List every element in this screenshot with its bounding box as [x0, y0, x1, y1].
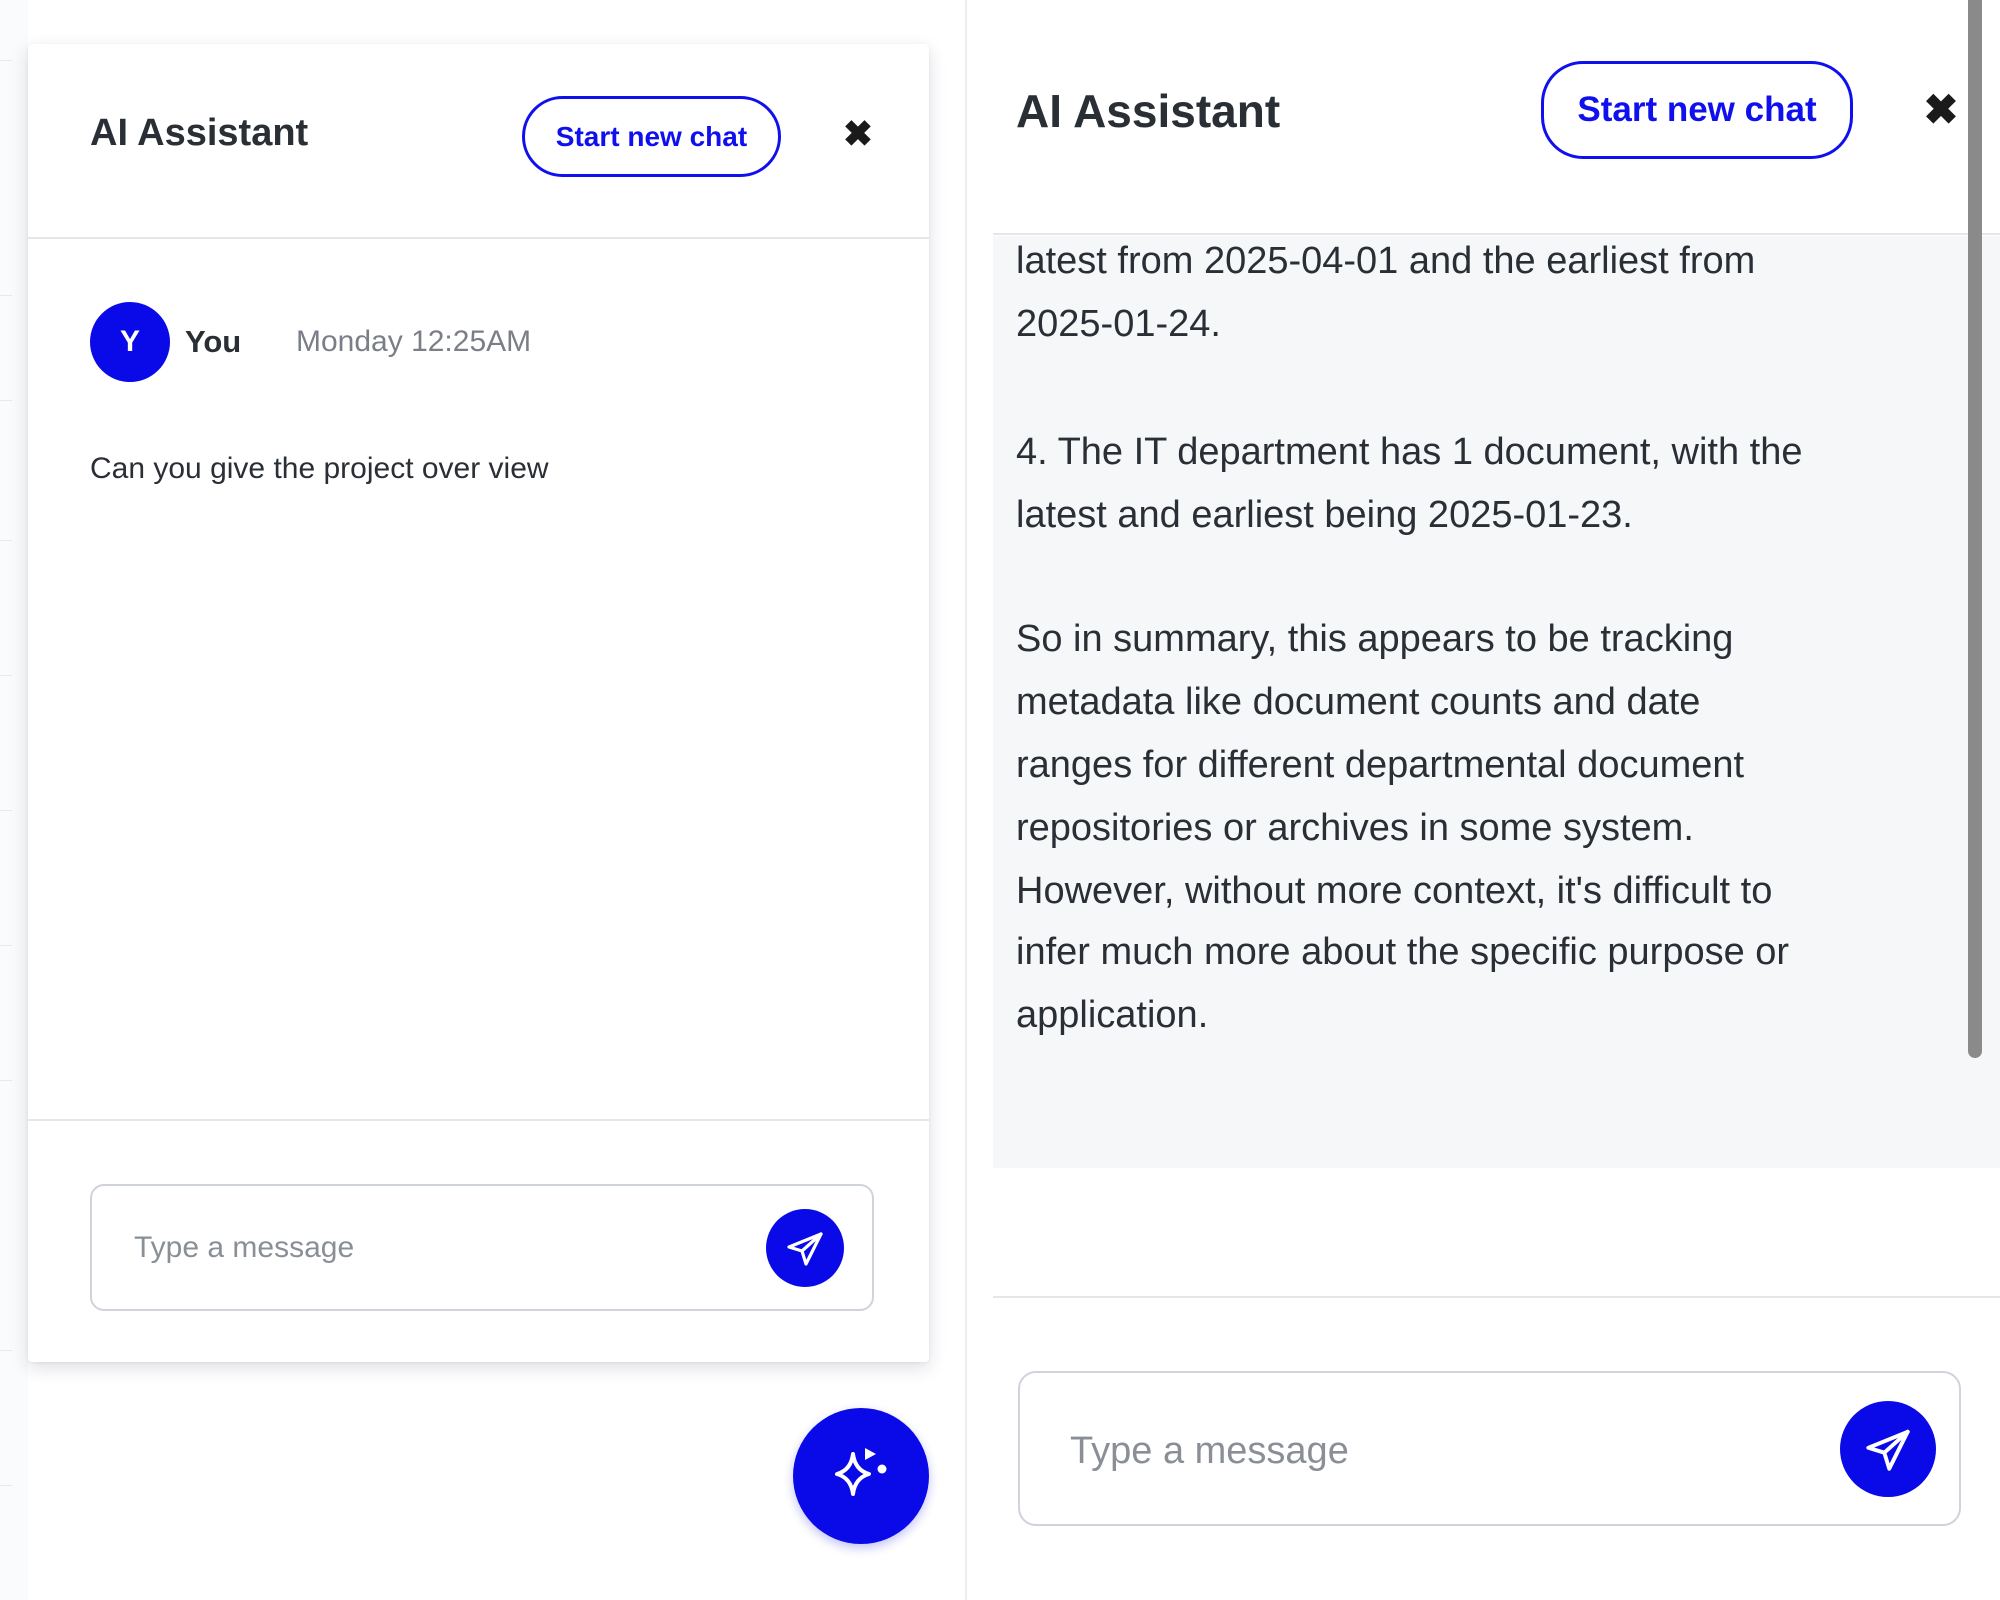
send-button[interactable] [766, 1209, 844, 1287]
background-strip [0, 0, 28, 1600]
close-icon[interactable]: ✖ [840, 114, 876, 154]
chat-panel-right: latest from 2025-04-01 and the earliest … [993, 0, 2000, 1600]
ai-assistant-fab[interactable] [793, 1408, 929, 1544]
response-line: metadata like document counts and date [1016, 681, 1701, 723]
response-line: infer much more about the specific purpo… [1016, 931, 1790, 973]
composer-divider [28, 1119, 929, 1121]
response-line: latest and earliest being 2025-01-23. [1016, 494, 1633, 536]
response-line: repositories or archives in some system. [1016, 807, 1694, 849]
response-line: 2025-01-24. [1016, 303, 1221, 345]
chat-panel-left: AI Assistant Start new chat ✖ Y You Mond… [28, 44, 929, 1362]
message-timestamp: Monday 12:25AM [296, 325, 532, 358]
chat-header: AI Assistant Start new chat ✖ [28, 44, 929, 239]
message-input[interactable] [1068, 1423, 1772, 1479]
paper-plane-icon [787, 1232, 823, 1266]
message-sender: You [185, 324, 242, 359]
response-line: 4. The IT department has 1 document, wit… [1016, 431, 1803, 473]
panel-divider [965, 0, 967, 1600]
start-new-chat-button[interactable]: Start new chat [1541, 61, 1853, 159]
send-button[interactable] [1840, 1401, 1936, 1497]
conversation-area: latest from 2025-04-01 and the earliest … [993, 236, 2000, 1168]
sparkle-icon [835, 1448, 887, 1496]
start-new-chat-button[interactable]: Start new chat [522, 96, 781, 177]
response-line: latest from 2025-04-01 and the earliest … [1016, 240, 1756, 282]
message-input[interactable] [132, 1224, 696, 1272]
message-composer [90, 1184, 874, 1311]
close-icon[interactable]: ✖ [1919, 86, 1963, 134]
response-line: However, without more context, it's diff… [1016, 870, 1773, 912]
chat-header: AI Assistant Start new chat ✖ [993, 0, 2000, 235]
response-line: application. [1016, 994, 1209, 1036]
response-line: ranges for different departmental docume… [1016, 744, 1745, 786]
message-text: Can you give the project over view [90, 452, 549, 485]
chat-title: AI Assistant [1016, 85, 1281, 137]
avatar: Y [90, 302, 170, 382]
chat-title: AI Assistant [90, 112, 309, 154]
paper-plane-icon [1866, 1429, 1910, 1471]
message-composer [1018, 1371, 1961, 1526]
composer-divider [993, 1296, 2000, 1298]
response-line: So in summary, this appears to be tracki… [1016, 618, 1734, 660]
scrollbar-thumb[interactable] [1968, 0, 1982, 1058]
